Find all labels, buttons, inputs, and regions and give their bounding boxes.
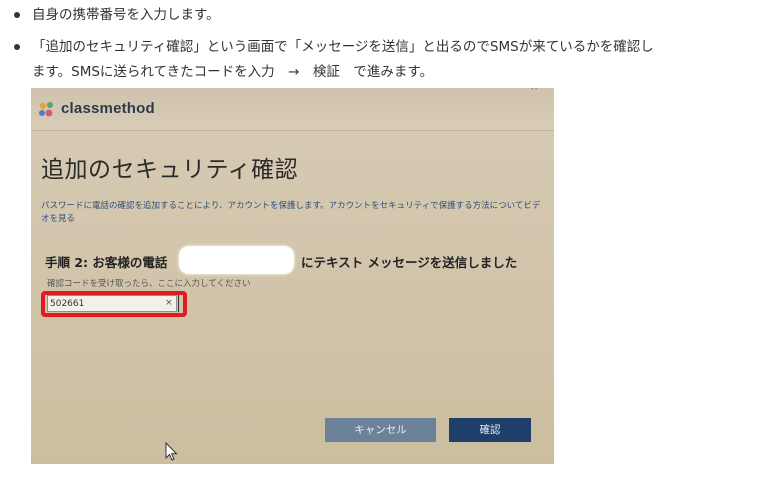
step-row: 手順 2: お客様の電話 にテキスト メッセージを送信しました xyxy=(45,246,545,274)
cancel-button[interactable]: キャンセル xyxy=(325,418,436,442)
redacted-phone-number xyxy=(179,246,294,274)
embedded-screenshot: ⌃ classmethod 追加のセキュリティ確認 パスワードに電話の確認を追加… xyxy=(31,88,554,464)
bullet-text: 自身の携帯番号を入力します。 xyxy=(32,7,220,23)
header-divider xyxy=(31,130,554,131)
bullet-text-line-1: 「追加のセキュリティ確認」という画面で「メッセージを送信」と出るのでSMSが来て… xyxy=(32,39,654,55)
classmethod-logo-icon xyxy=(39,102,53,117)
step-label: 手順 2: お客様の電話 xyxy=(45,255,168,270)
logo-text: classmethod xyxy=(61,100,155,117)
step-suffix: にテキスト メッセージを送信しました xyxy=(301,255,518,270)
confirm-button[interactable]: 確認 xyxy=(449,418,531,442)
dialog-header: ⌃ classmethod xyxy=(31,88,554,130)
close-icon[interactable]: ⌃ xyxy=(528,88,540,100)
dialog-title: 追加のセキュリティ確認 xyxy=(41,157,299,183)
code-hint: 確認コードを受け取ったら、ここに入力してください xyxy=(47,279,251,289)
bullet-text-line-2: ます。SMSに送られてきたコードを入力 → 検証 で進みます。 xyxy=(32,64,434,80)
red-highlight-box xyxy=(41,291,187,317)
bullet-dot xyxy=(14,12,20,18)
bullet-item-1: 自身の携帯番号を入力します。 xyxy=(0,4,784,26)
bullet-dot xyxy=(14,44,20,50)
dialog-description: パスワードに電話の確認を追加することにより、アカウントを保護します。アカウントを… xyxy=(41,201,541,224)
bullet-item-2: 「追加のセキュリティ確認」という画面で「メッセージを送信」と出るのでSMSが来て… xyxy=(0,36,784,84)
mouse-pointer-icon xyxy=(165,442,178,461)
